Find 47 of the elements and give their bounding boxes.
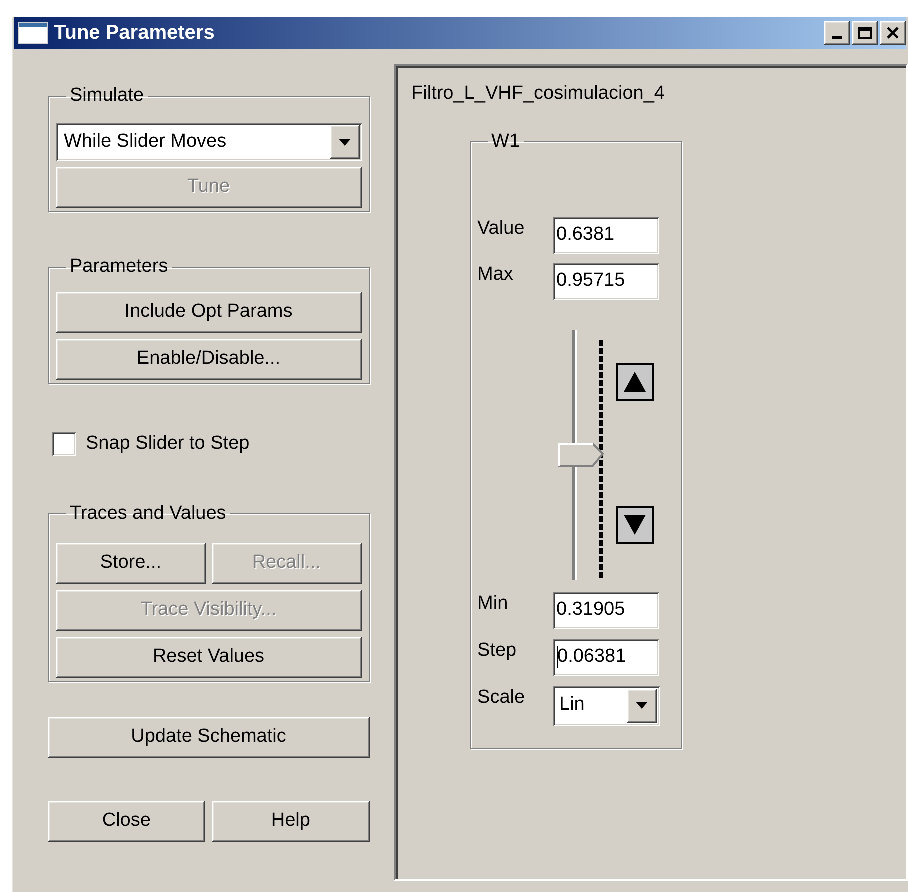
group-label: Simulate bbox=[69, 85, 145, 107]
field-label: Scale bbox=[478, 686, 526, 708]
text-cursor-icon bbox=[556, 646, 558, 668]
decrement-button[interactable] bbox=[616, 506, 654, 544]
input-field[interactable]: 0.6381 bbox=[552, 216, 659, 254]
parameter-button[interactable]: Enable/Disable... bbox=[56, 339, 362, 380]
snap-checkbox[interactable] bbox=[52, 432, 76, 456]
close-button[interactable] bbox=[880, 21, 906, 45]
group-label: Parameters bbox=[69, 256, 170, 278]
trace-button[interactable]: Reset Values bbox=[56, 636, 362, 678]
dropdown-button[interactable] bbox=[626, 688, 657, 722]
footer-button[interactable]: Close bbox=[48, 800, 206, 842]
minimize-button[interactable] bbox=[824, 21, 850, 45]
field-label: Max bbox=[478, 264, 514, 286]
input-field[interactable]: 0.06381 bbox=[552, 638, 659, 676]
trace-button[interactable]: Store... bbox=[56, 542, 206, 584]
close-icon bbox=[886, 27, 900, 39]
field-value: 0.06381 bbox=[558, 644, 626, 669]
field-value: 0.95715 bbox=[556, 268, 626, 293]
scale-dropdown[interactable]: Lin bbox=[552, 686, 660, 726]
field-label: Min bbox=[478, 592, 510, 614]
field-label: Value bbox=[478, 218, 526, 240]
simulate-dropdown[interactable]: While Slider Moves bbox=[56, 123, 362, 161]
footer-button[interactable]: Help bbox=[212, 800, 370, 842]
increment-button[interactable] bbox=[616, 362, 654, 400]
field-value: 0.6381 bbox=[556, 222, 615, 247]
minimize-icon bbox=[832, 36, 842, 38]
maximize-icon bbox=[858, 27, 872, 39]
dropdown-button[interactable] bbox=[330, 125, 360, 159]
slider-thumb[interactable] bbox=[558, 442, 604, 466]
checkbox-label: Snap Slider to Step bbox=[86, 432, 250, 456]
field-value: 0.31905 bbox=[556, 598, 626, 622]
maximize-button[interactable] bbox=[852, 21, 878, 45]
window-icon bbox=[18, 22, 48, 44]
field-label: Step bbox=[478, 640, 518, 662]
group-label: Traces and Values bbox=[69, 502, 228, 524]
down-arrow-icon bbox=[624, 514, 646, 534]
up-arrow-icon bbox=[624, 372, 646, 392]
update-schematic-button[interactable]: Update Schematic bbox=[48, 716, 370, 758]
caret-icon bbox=[636, 702, 648, 709]
input-field[interactable]: 0.31905 bbox=[552, 592, 659, 628]
window-title: Tune Parameters bbox=[54, 21, 215, 46]
design-title: Filtro_L_VHF_cosimulacion_4 bbox=[412, 82, 666, 106]
input-field[interactable]: 0.95715 bbox=[552, 262, 659, 300]
parameter-button[interactable]: Include Opt Params bbox=[56, 292, 362, 333]
caret-icon bbox=[338, 138, 351, 146]
group-label: W1 bbox=[490, 130, 522, 152]
